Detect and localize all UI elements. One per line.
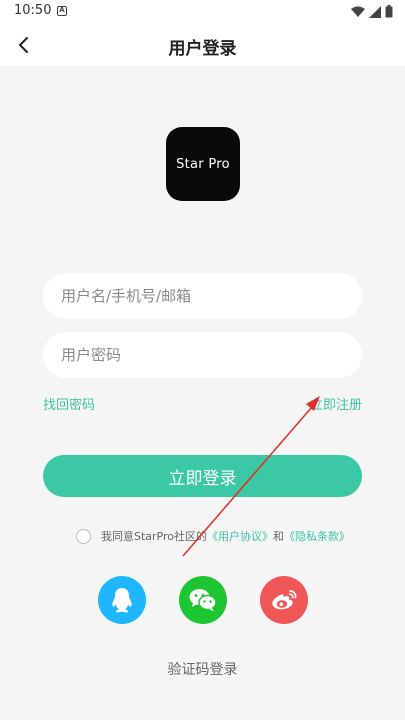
header-bar: 用户登录 — [0, 24, 405, 66]
status-bar: 10:50 A — [0, 0, 405, 24]
qq-login-button[interactable] — [98, 576, 146, 624]
wechat-login-button[interactable] — [179, 576, 227, 624]
register-link[interactable]: 立即注册 — [310, 394, 362, 413]
agreement-and: 和 — [273, 530, 285, 543]
notification-a-icon: A — [57, 6, 67, 16]
page-title: 用户登录 — [168, 39, 237, 59]
login-button[interactable]: 立即登录 — [43, 455, 362, 497]
status-time: 10:50 — [14, 3, 52, 18]
qq-icon — [112, 588, 132, 613]
weibo-login-button[interactable] — [260, 576, 308, 624]
wifi-icon — [351, 6, 365, 17]
password-field — [43, 332, 362, 378]
forgot-password-link[interactable]: 找回密码 — [43, 394, 95, 413]
username-input[interactable] — [43, 273, 362, 319]
agreement-row: 我同意StarPro社区的 《用户协议》 和 《隐私条款》 — [76, 528, 350, 544]
privacy-policy-link[interactable]: 《隐私条款》 — [284, 528, 350, 544]
weibo-icon — [272, 590, 297, 610]
app-logo: Star Pro — [166, 127, 240, 201]
sms-code-login-link[interactable]: 验证码登录 — [0, 659, 405, 679]
signal-icon — [369, 5, 381, 18]
agreement-prefix: 我同意StarPro社区的 — [101, 530, 208, 543]
user-agreement-link[interactable]: 《用户协议》 — [207, 528, 273, 544]
wechat-icon — [189, 589, 217, 612]
username-field — [43, 273, 362, 319]
battery-icon — [385, 5, 393, 18]
agree-checkbox[interactable] — [76, 528, 91, 544]
status-icons — [351, 5, 393, 18]
logo-text: Star Pro — [176, 156, 230, 172]
password-input[interactable] — [43, 332, 362, 378]
